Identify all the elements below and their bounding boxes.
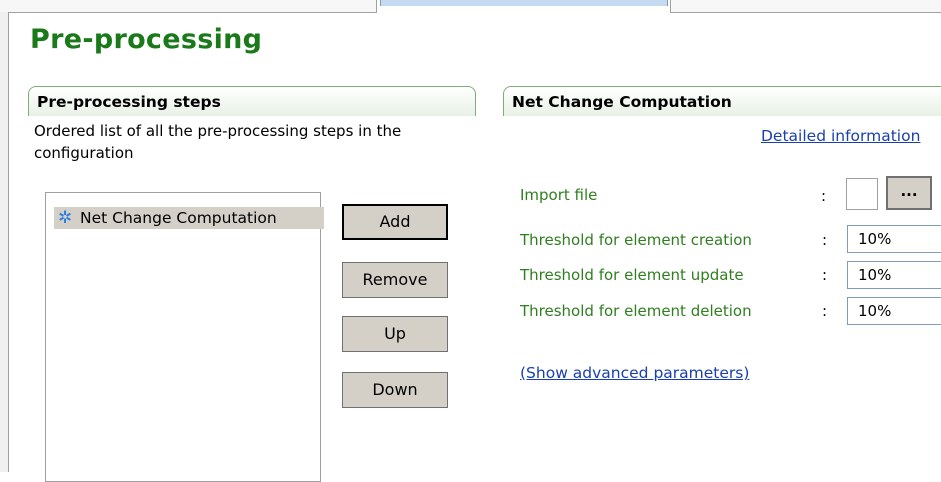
threshold-update-colon: :: [822, 266, 828, 284]
steps-section-header: Pre-processing steps: [28, 86, 476, 116]
list-item-net-change[interactable]: ✲ Net Change Computation: [54, 207, 324, 229]
tab-right[interactable]: [670, 0, 941, 13]
threshold-deletion-field[interactable]: 10%: [847, 297, 941, 325]
threshold-deletion-colon: :: [822, 302, 828, 320]
up-button[interactable]: Up: [342, 316, 448, 352]
threshold-creation-colon: :: [822, 231, 828, 249]
show-advanced-parameters-link[interactable]: (Show advanced parameters): [520, 364, 749, 382]
threshold-update-field[interactable]: 10%: [847, 261, 941, 289]
threshold-update-label: Threshold for element update: [520, 266, 744, 284]
threshold-creation-label: Threshold for element creation: [520, 231, 752, 249]
list-item-label: Net Change Computation: [80, 209, 277, 227]
steps-description: Ordered list of all the pre-processing s…: [34, 122, 402, 162]
threshold-deletion-label: Threshold for element deletion: [520, 302, 752, 320]
detail-section-header: Net Change Computation: [503, 86, 941, 116]
threshold-creation-field[interactable]: 10%: [847, 225, 941, 253]
add-button[interactable]: Add: [342, 204, 448, 240]
left-frame-edge: [0, 12, 9, 472]
detailed-information-link[interactable]: Detailed information: [761, 127, 920, 145]
import-file-field[interactable]: [846, 178, 878, 210]
gear-icon: ✲: [58, 208, 73, 228]
import-file-colon: :: [821, 187, 827, 205]
tab-left[interactable]: [0, 0, 377, 13]
page-title: Pre-processing: [30, 24, 263, 55]
import-file-label: Import file: [520, 186, 598, 204]
remove-button[interactable]: Remove: [342, 262, 448, 298]
down-button[interactable]: Down: [342, 372, 448, 408]
tab-active[interactable]: [380, 0, 668, 6]
browse-button[interactable]: ...: [886, 176, 932, 210]
steps-listbox[interactable]: ✲ Net Change Computation: [45, 192, 324, 482]
